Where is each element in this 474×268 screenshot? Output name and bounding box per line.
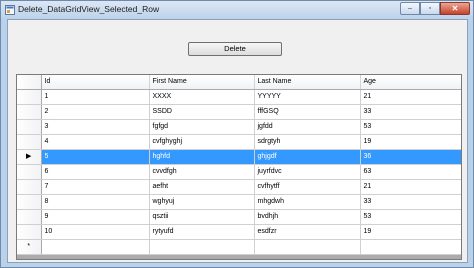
minimize-button[interactable]: – (400, 2, 420, 15)
cell-first-name[interactable]: hghfd (149, 149, 255, 165)
app-icon (5, 5, 15, 15)
column-header-age[interactable]: Age (360, 75, 461, 90)
table-row[interactable]: 3 fgfgd jgfdd 53 (17, 119, 461, 135)
row-header-cell[interactable] (17, 209, 42, 225)
maximize-icon: ▫ (428, 5, 432, 12)
cell-id[interactable]: 7 (41, 179, 150, 195)
cell-age[interactable]: 53 (360, 119, 461, 135)
cell-id[interactable]: 2 (41, 104, 150, 120)
cell-first-name[interactable]: wghyuj (149, 194, 255, 210)
new-row[interactable]: * (17, 239, 461, 255)
cell-age[interactable]: 33 (360, 104, 461, 120)
row-header-cell[interactable] (17, 104, 42, 120)
close-button[interactable]: ✕ (440, 2, 470, 15)
cell-age[interactable]: 21 (360, 89, 461, 105)
cell-age[interactable]: 33 (360, 194, 461, 210)
cell-first-name[interactable]: cvvdfgh (149, 164, 255, 180)
cell-last-name[interactable]: juyrfdvc (254, 164, 361, 180)
cell-last-name[interactable]: esdfzr (254, 224, 361, 240)
cell-last-name[interactable]: mhgdwh (254, 194, 361, 210)
column-header-last-name[interactable]: Last Name (254, 75, 361, 90)
cell-last-name[interactable]: cvfhytff (254, 179, 361, 195)
cell-last-name[interactable]: YYYYY (254, 89, 361, 105)
cell-last-name[interactable]: jgfdd (254, 119, 361, 135)
new-row-asterisk-icon: * (27, 242, 31, 250)
table-row[interactable]: ▶ 5 hghfd ghjgdf 36 (17, 149, 461, 165)
app-window: Delete_DataGridView_Selected_Row – ▫ ✕ D… (0, 0, 474, 268)
cell-last-name[interactable]: sdrgtyh (254, 134, 361, 150)
row-header-cell[interactable] (17, 224, 42, 240)
cell-age[interactable]: 53 (360, 209, 461, 225)
cell-last-name[interactable]: fffGSQ (254, 104, 361, 120)
cell-age[interactable]: 19 (360, 134, 461, 150)
minimize-icon: – (408, 5, 412, 12)
row-header-cell[interactable] (17, 119, 42, 135)
cell-age[interactable]: 36 (360, 149, 461, 165)
table-row[interactable]: 2 SSDD fffGSQ 33 (17, 104, 461, 120)
row-header-cell[interactable] (17, 134, 42, 150)
delete-button[interactable]: Delete (188, 42, 282, 56)
row-header-cell[interactable]: * (17, 239, 42, 255)
cell-last-name[interactable]: ghjgdf (254, 149, 361, 165)
cell-id[interactable]: 9 (41, 209, 150, 225)
row-header-cell[interactable] (17, 179, 42, 195)
cell-first-name[interactable]: SSDD (149, 104, 255, 120)
column-header-id[interactable]: Id (41, 75, 150, 90)
cell-id[interactable]: 8 (41, 194, 150, 210)
data-grid-view[interactable]: Id First Name Last Name Age 1 XXXX YYYYY 21… (16, 74, 462, 260)
maximize-button[interactable]: ▫ (420, 2, 440, 15)
cell-id[interactable]: 3 (41, 119, 150, 135)
title-bar[interactable]: Delete_DataGridView_Selected_Row – ▫ ✕ (1, 1, 473, 19)
row-header-cell[interactable] (17, 89, 42, 105)
table-row[interactable]: 7 aefht cvfhytff 21 (17, 179, 461, 195)
cell-last-name[interactable]: bvdhjh (254, 209, 361, 225)
current-row-arrow-icon: ▶ (26, 152, 32, 160)
cell-first-name[interactable]: qsztii (149, 209, 255, 225)
table-row[interactable]: 6 cvvdfgh juyrfdvc 63 (17, 164, 461, 180)
top-left-header-cell[interactable] (17, 75, 42, 90)
table-row[interactable]: 9 qsztii bvdhjh 53 (17, 209, 461, 225)
row-header-cell[interactable]: ▶ (17, 149, 42, 165)
cell-age[interactable]: 63 (360, 164, 461, 180)
grid-header-row: Id First Name Last Name Age (17, 75, 461, 90)
cell-id[interactable]: 4 (41, 134, 150, 150)
row-header-cell[interactable] (17, 164, 42, 180)
form-client-area: Delete Id First Name Last Name Age 1 XXXX… (7, 19, 468, 263)
close-icon: ✕ (451, 4, 459, 13)
grid-body: 1 XXXX YYYYY 21 2 SSDD fffGSQ 33 3 fgfgd jgfdd 53 4 c… (17, 89, 461, 255)
cell-age[interactable]: 21 (360, 179, 461, 195)
table-row[interactable]: 10 rytyufd esdfzr 19 (17, 224, 461, 240)
table-row[interactable]: 8 wghyuj mhgdwh 33 (17, 194, 461, 210)
cell-id[interactable]: 5 (41, 149, 150, 165)
column-header-first-name[interactable]: First Name (149, 75, 255, 90)
grid-table: Id First Name Last Name Age 1 XXXX YYYYY 21… (17, 75, 461, 255)
cell-id[interactable]: 10 (41, 224, 150, 240)
new-row-cell[interactable] (41, 239, 150, 255)
new-row-cell[interactable] (360, 239, 461, 255)
cell-first-name[interactable]: XXXX (149, 89, 255, 105)
cell-age[interactable]: 19 (360, 224, 461, 240)
cell-first-name[interactable]: aefht (149, 179, 255, 195)
row-header-cell[interactable] (17, 194, 42, 210)
new-row-cell[interactable] (254, 239, 361, 255)
new-row-cell[interactable] (149, 239, 255, 255)
cell-first-name[interactable]: rytyufd (149, 224, 255, 240)
window-title: Delete_DataGridView_Selected_Row (18, 4, 160, 14)
table-row[interactable]: 4 cvfghyghj sdrgtyh 19 (17, 134, 461, 150)
cell-first-name[interactable]: cvfghyghj (149, 134, 255, 150)
cell-id[interactable]: 1 (41, 89, 150, 105)
cell-first-name[interactable]: fgfgd (149, 119, 255, 135)
cell-id[interactable]: 6 (41, 164, 150, 180)
table-row[interactable]: 1 XXXX YYYYY 21 (17, 89, 461, 105)
